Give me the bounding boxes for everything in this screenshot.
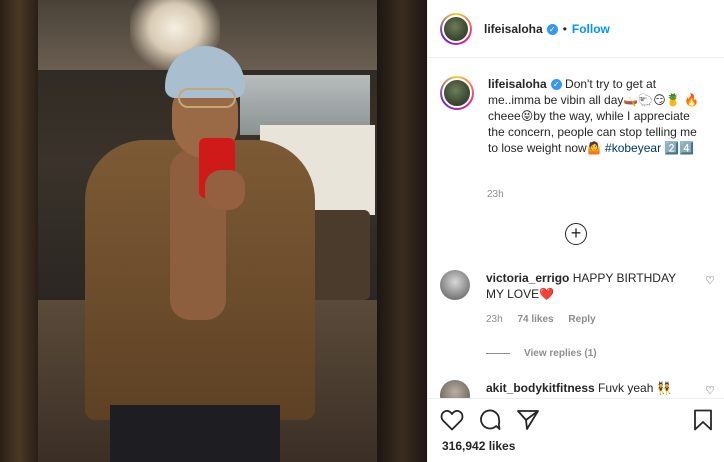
photo-hand — [205, 170, 245, 210]
post-header: lifeisaloha ✓ • Follow — [428, 0, 724, 58]
comment-avatar[interactable] — [440, 380, 470, 398]
comment-body: victoria_errigo HAPPY BIRTHDAY MY LOVE❤️… — [486, 270, 691, 328]
verified-icon: ✓ — [550, 79, 562, 91]
heart-icon[interactable] — [440, 409, 464, 431]
save-icon[interactable] — [693, 409, 713, 431]
caption-time: 23h — [487, 189, 504, 200]
comment-avatar[interactable] — [440, 270, 470, 300]
share-icon[interactable] — [516, 409, 540, 431]
comment-time: 23h — [486, 314, 503, 325]
post-sidebar: lifeisaloha ✓ • Follow lifeisaloha ✓ Don't… — [427, 0, 724, 462]
comment-like-heart-icon[interactable]: ♡ — [705, 274, 715, 287]
caption-text: lifeisaloha ✓ Don't try to get at me..imm… — [488, 77, 700, 155]
photo-mirror-frame-right — [377, 0, 427, 462]
comment-item: victoria_errigo HAPPY BIRTHDAY MY LOVE❤️… — [440, 270, 715, 328]
hashtag-link[interactable]: #kobeyear — [605, 141, 661, 155]
header-avatar[interactable] — [440, 12, 472, 45]
photo-pants — [110, 405, 280, 462]
action-icons — [440, 409, 540, 431]
comment-icon[interactable] — [478, 409, 502, 431]
post-actions: 316,942 likes — [428, 398, 724, 462]
comment-likes[interactable]: 74 likes — [517, 314, 553, 325]
header-separator: • — [562, 21, 567, 36]
likes-count[interactable]: 316,942 likes — [442, 439, 515, 453]
caption-username[interactable]: lifeisaloha — [488, 77, 547, 91]
header-username[interactable]: lifeisaloha ✓ — [484, 22, 558, 36]
comment-username[interactable]: akit_bodykitfitness — [486, 381, 595, 395]
add-circle-icon[interactable]: + — [565, 223, 587, 245]
comment-like-heart-icon[interactable]: ♡ — [705, 384, 715, 397]
verified-icon: ✓ — [546, 23, 558, 35]
comment-meta: 23h 74 likes Reply — [486, 312, 691, 328]
photo-glasses — [178, 88, 236, 108]
comment-item: akit_bodykitfitness Fuvk yeah 👯 ♡ — [440, 380, 715, 398]
caption: lifeisaloha ✓ Don't try to get at me..imm… — [440, 76, 715, 156]
caption-avatar[interactable] — [440, 76, 474, 110]
post-photo[interactable] — [0, 0, 427, 462]
comment-text: Fuvk yeah — [598, 381, 654, 395]
comment-username[interactable]: victoria_errigo — [486, 271, 569, 285]
view-replies-line — [486, 353, 510, 354]
follow-button[interactable]: Follow — [572, 22, 610, 36]
comment-body: akit_bodykitfitness Fuvk yeah 👯 — [486, 381, 672, 395]
reply-button[interactable]: Reply — [568, 314, 595, 325]
view-replies-button[interactable]: View replies (1) — [486, 348, 597, 359]
photo-mirror-frame-left — [0, 0, 38, 462]
comments-scroll[interactable]: lifeisaloha ✓ Don't try to get at me..imm… — [428, 58, 724, 398]
